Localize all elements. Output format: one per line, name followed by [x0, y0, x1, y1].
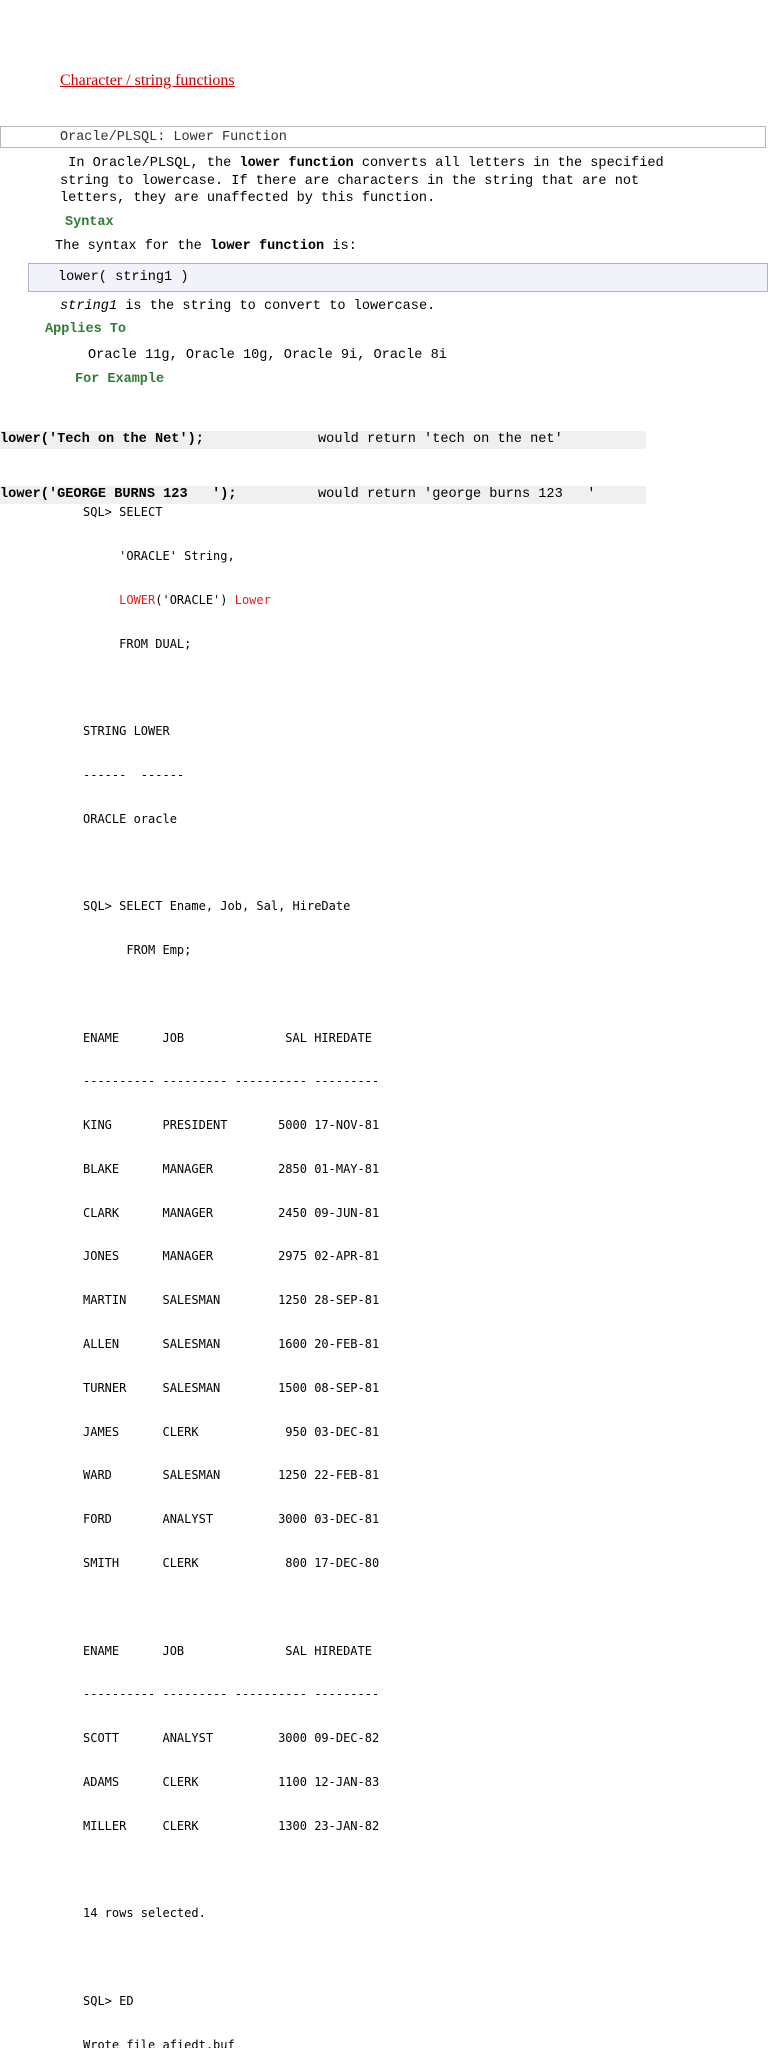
example-row: lower('Tech on the Net'); would return '… [0, 431, 646, 449]
sql-line: 14 rows selected. [83, 1906, 206, 1921]
sql-line: JAMES CLERK 950 03-DEC-81 [83, 1424, 380, 1439]
sql-line: ALLEN SALESMAN 1600 20-FEB-81 [83, 1337, 380, 1352]
syntax-text: is: [324, 239, 357, 254]
sql-line: CLARK MANAGER 2450 09-JUN-81 [83, 1205, 380, 1220]
parameter-name: string1 [60, 299, 118, 314]
sql-line: ORACLE oracle [83, 811, 177, 826]
sql-line: Wrote file afiedt.buf [83, 2037, 235, 2048]
page-heading: Character / string functions [60, 72, 235, 89]
sql-line: JONES MANAGER 2975 02-APR-81 [83, 1249, 380, 1264]
sql-line: ---------- --------- ---------- --------… [83, 1687, 380, 1702]
syntax-bold-term: lower function [210, 239, 325, 254]
sql-line: FROM DUAL; [83, 636, 192, 651]
parameter-description: string1 is the string to convert to lowe… [60, 299, 435, 314]
syntax-heading: Syntax [65, 215, 114, 230]
sql-output-block: SQL> SELECT 'ORACLE' String, LOWER('ORAC… [83, 476, 379, 2048]
syntax-code: lower( string1 ) [58, 270, 189, 285]
example-call: lower('Tech on the Net'); [0, 432, 204, 447]
sql-line: STRING LOWER [83, 724, 170, 739]
intro-line-2: string to lowercase. If there are charac… [60, 173, 640, 189]
syntax-code-box: lower( string1 ) [28, 263, 768, 292]
sql-line: BLAKE MANAGER 2850 01-MAY-81 [83, 1161, 380, 1176]
syntax-description: The syntax for the lower function is: [55, 239, 357, 254]
sql-line: SQL> ED [83, 1993, 134, 2008]
intro-line-1: In Oracle/PLSQL, the lower function conv… [60, 155, 750, 173]
sql-line: LOWER('ORACLE') Lower [83, 593, 379, 608]
example-heading: For Example [75, 372, 165, 387]
sql-line [83, 1950, 379, 1965]
sql-line: KING PRESIDENT 5000 17-NOV-81 [83, 1118, 380, 1133]
sql-line [83, 1600, 379, 1615]
intro-paragraph: In Oracle/PLSQL, the lower function conv… [60, 155, 750, 208]
example-result: would return 'tech on the net' [318, 432, 563, 447]
sql-line [83, 1862, 379, 1877]
sql-indent [83, 593, 119, 607]
intro-bold-term: lower function [239, 156, 354, 171]
section-title-box: Oracle/PLSQL: Lower Function [0, 126, 766, 148]
sql-line: ADAMS CLERK 1100 12-JAN-83 [83, 1774, 380, 1789]
applies-to-heading: Applies To [45, 322, 127, 337]
section-title: Oracle/PLSQL: Lower Function [60, 130, 287, 145]
intro-text: converts all letters in the specified [353, 156, 664, 171]
sql-column-alias: Lower [234, 592, 271, 607]
sql-line [83, 987, 379, 1002]
sql-line: SCOTT ANALYST 3000 09-DEC-82 [83, 1731, 380, 1746]
syntax-text: The syntax for the [55, 239, 210, 254]
sql-line: ------ ------ [83, 767, 185, 782]
sql-line: MILLER CLERK 1300 23-JAN-82 [83, 1818, 380, 1833]
sql-line: FROM Emp; [83, 943, 192, 957]
sql-line: TURNER SALESMAN 1500 08-SEP-81 [83, 1380, 380, 1395]
sql-line: MARTIN SALESMAN 1250 28-SEP-81 [83, 1293, 380, 1308]
sql-line: ENAME JOB SAL HIREDATE [83, 1643, 372, 1658]
applies-to-versions: Oracle 11g, Oracle 10g, Oracle 9i, Oracl… [88, 348, 447, 363]
sql-argument: ('ORACLE') [155, 592, 235, 607]
sql-function-name: LOWER [119, 592, 156, 607]
sql-line: SQL> SELECT Ename, Job, Sal, HireDate [83, 899, 351, 914]
intro-line-3: letters, they are unaffected by this fun… [60, 191, 436, 206]
sql-line: ENAME JOB SAL HIREDATE [83, 1030, 372, 1045]
intro-text: In Oracle/PLSQL, the [60, 156, 240, 171]
sql-line: 'ORACLE' String, [83, 548, 235, 563]
sql-line: SQL> SELECT [83, 505, 163, 520]
sql-line: FORD ANALYST 3000 03-DEC-81 [83, 1512, 380, 1527]
sql-line: WARD SALESMAN 1250 22-FEB-81 [83, 1468, 380, 1483]
sql-line: ---------- --------- ---------- --------… [83, 1074, 380, 1089]
parameter-text: is the string to convert to lowercase. [117, 299, 436, 314]
sql-line: SMITH CLERK 800 17-DEC-80 [83, 1555, 380, 1570]
sql-line [83, 855, 379, 870]
sql-line [83, 680, 379, 695]
